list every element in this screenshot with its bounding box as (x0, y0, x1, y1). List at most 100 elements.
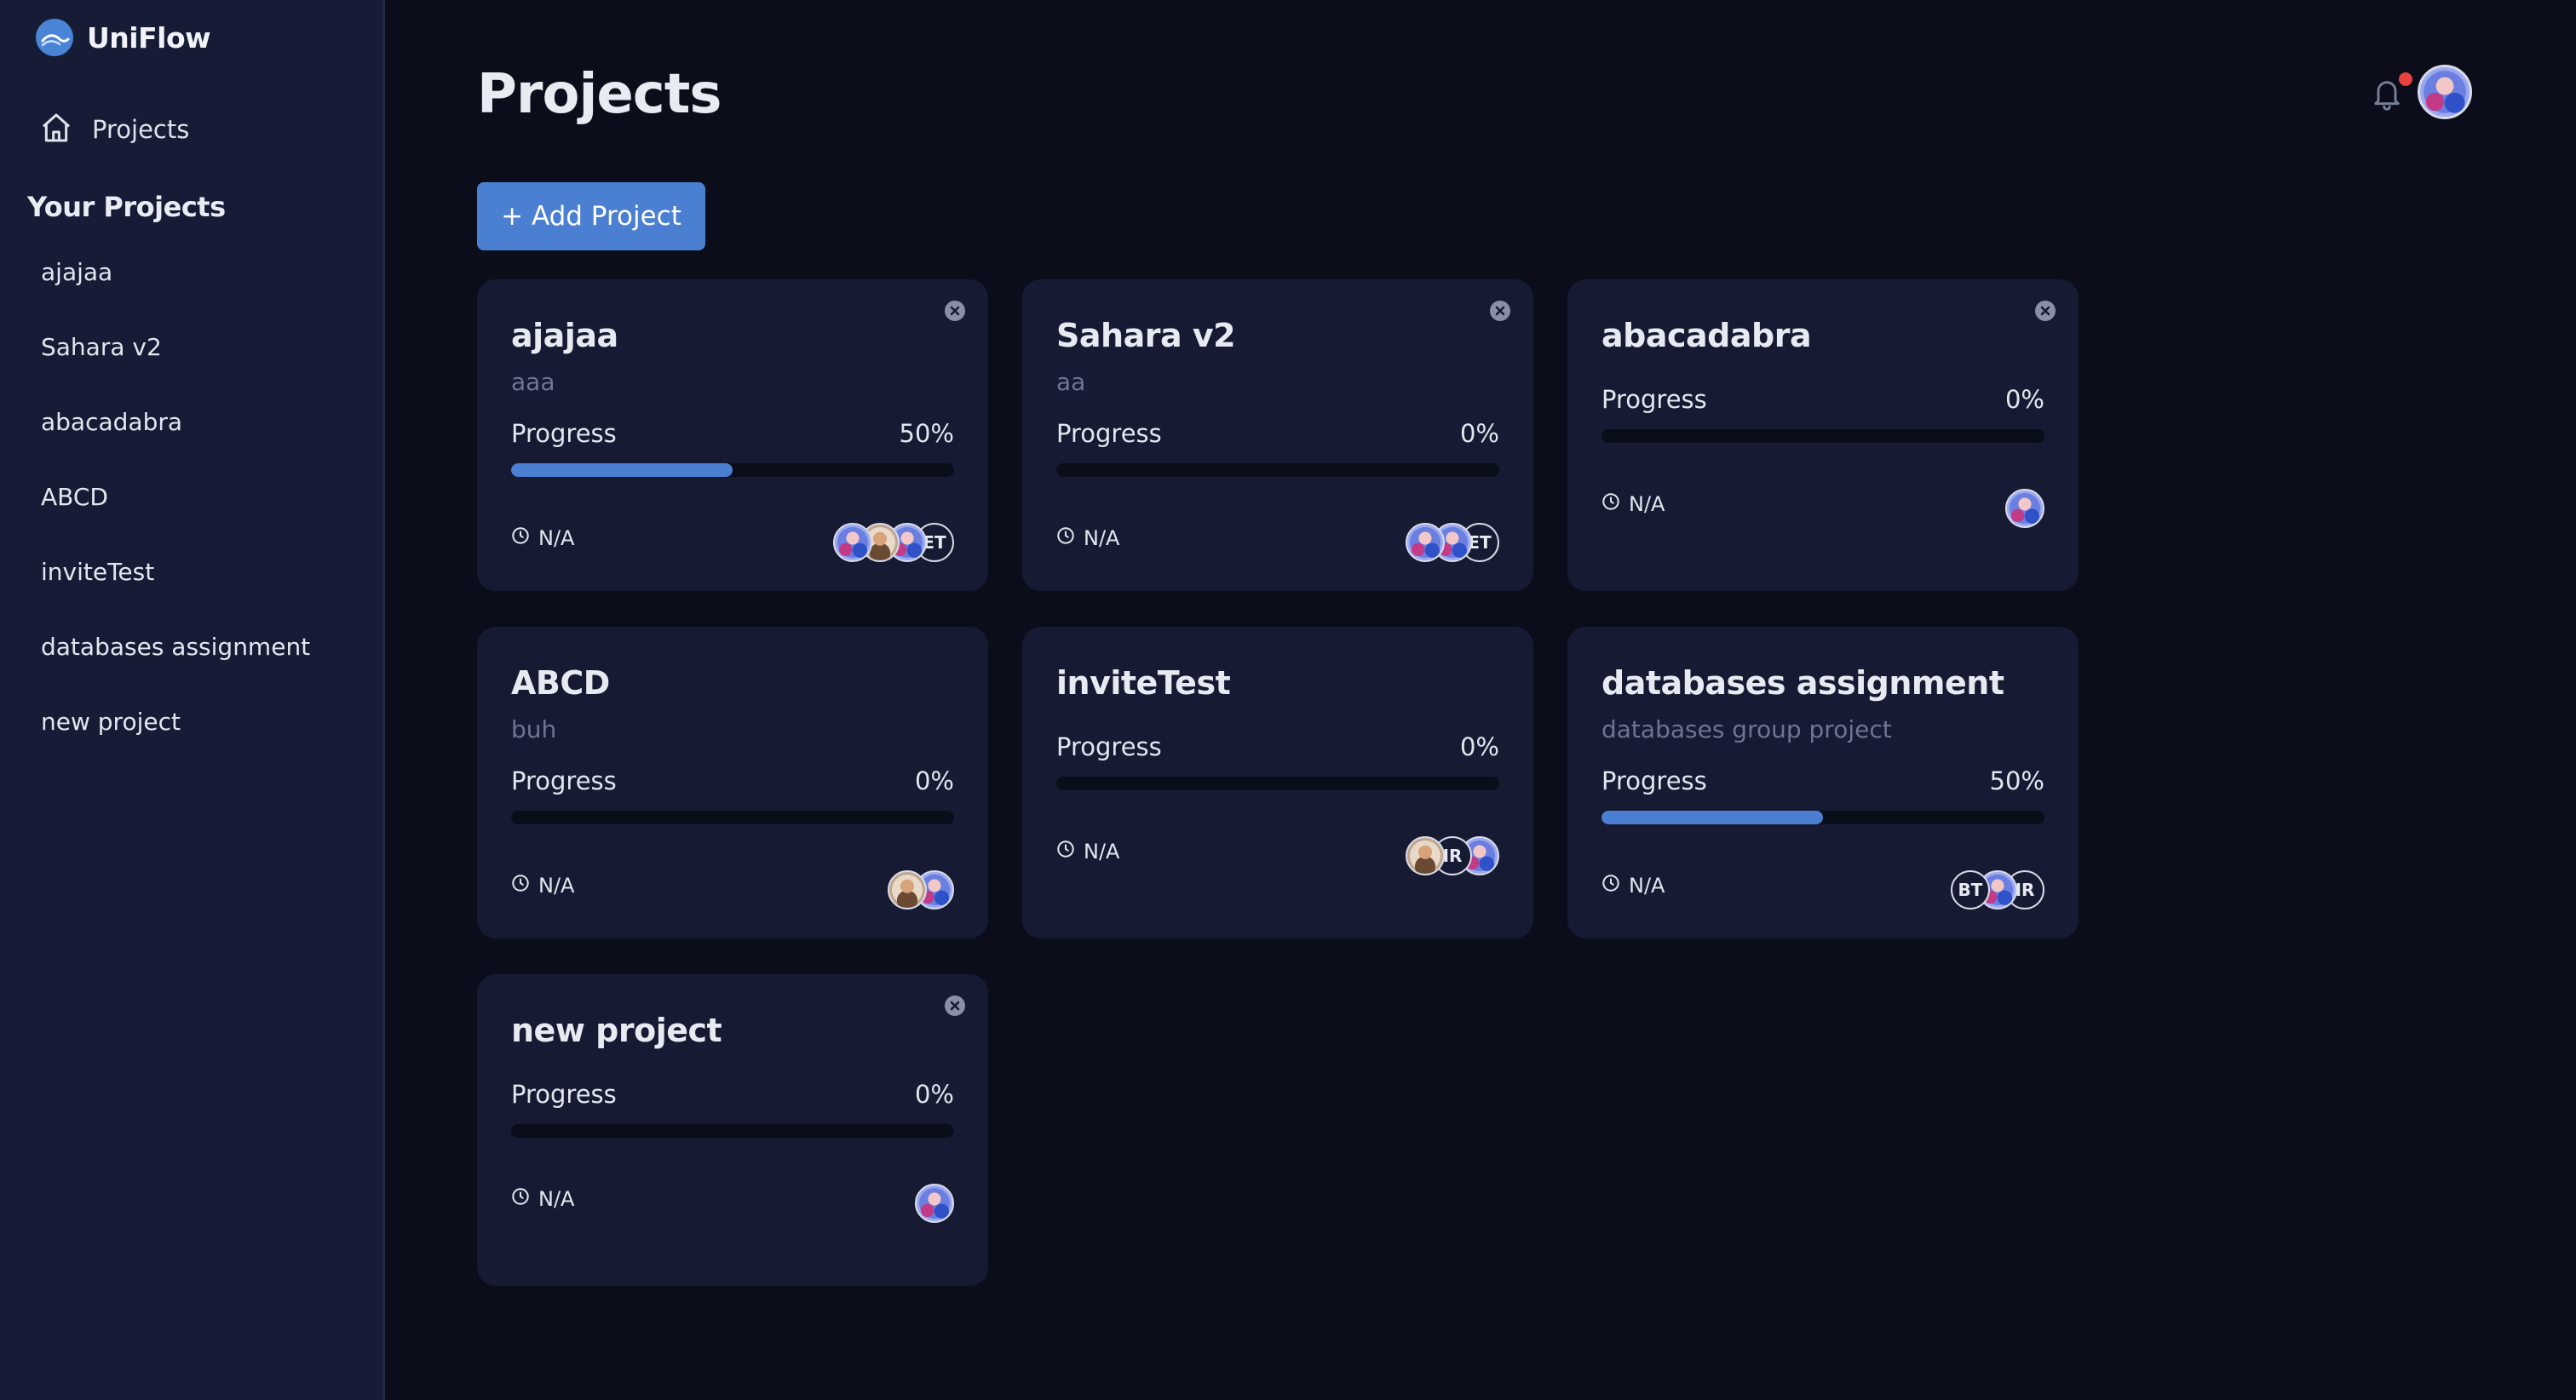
avatar[interactable]: BT (1951, 870, 1990, 909)
progress-value: 50% (1989, 766, 2044, 795)
sidebar-item-invitetest[interactable]: inviteTest (41, 555, 310, 630)
project-card[interactable]: databases assignment databases group proj… (1567, 627, 2079, 938)
project-title: ajajaa (511, 317, 618, 354)
your-projects-heading: Your Projects (27, 191, 226, 223)
due-date: N/A (1601, 492, 1665, 516)
progress-label: Progress (511, 419, 617, 448)
uniflow-logo-icon (36, 19, 73, 56)
due-date: N/A (1601, 874, 1665, 898)
project-title: abacadabra (1601, 317, 1812, 354)
nav-projects-label: Projects (92, 115, 190, 144)
clock-icon (511, 526, 530, 550)
progress-row: Progress 50% (1601, 766, 2044, 795)
member-avatars: IR (1406, 836, 1499, 875)
close-icon[interactable] (944, 995, 966, 1017)
sidebar-item-ajajaa[interactable]: ajajaa (41, 255, 310, 330)
progress-row: Progress 0% (1056, 419, 1499, 448)
project-card[interactable]: Sahara v2 aa Progress 0% N/A ET (1022, 279, 1533, 591)
sidebar-project-list: ajajaa Sahara v2 abacadabra ABCD inviteT… (41, 255, 310, 780)
progress-row: Progress 0% (511, 1080, 954, 1109)
home-icon (39, 111, 73, 148)
progress-fill (1601, 811, 1823, 824)
clock-icon (511, 874, 530, 898)
progress-bar (1601, 811, 2044, 824)
member-avatars (915, 1184, 954, 1223)
project-title: databases assignment (1601, 664, 2004, 702)
avatar[interactable] (888, 870, 927, 909)
progress-label: Progress (1601, 766, 1707, 795)
member-avatars (888, 870, 954, 909)
clock-icon (1056, 526, 1075, 550)
avatar[interactable] (1406, 836, 1445, 875)
clock-icon (1601, 492, 1620, 516)
sidebar-item-databases-assignment[interactable]: databases assignment (41, 630, 310, 705)
clock-icon (1601, 874, 1620, 898)
project-card[interactable]: abacadabra Progress 0% N/A (1567, 279, 2079, 591)
member-avatars: ET (1406, 523, 1499, 562)
avatar[interactable] (915, 1184, 954, 1223)
progress-label: Progress (511, 766, 617, 795)
sidebar-item-abcd[interactable]: ABCD (41, 480, 310, 555)
progress-value: 0% (1459, 732, 1499, 761)
project-card[interactable]: ABCD buh Progress 0% N/A (477, 627, 988, 938)
progress-value: 0% (914, 766, 954, 795)
project-card[interactable]: inviteTest Progress 0% N/A IR (1022, 627, 1533, 938)
due-text: N/A (1084, 840, 1120, 864)
notification-dot (2399, 72, 2412, 86)
progress-bar (511, 811, 954, 824)
avatar (2418, 65, 2472, 119)
project-card[interactable]: ajajaa aaa Progress 50% N/A ET (477, 279, 988, 591)
progress-bar (1056, 777, 1499, 790)
sidebar-item-new-project[interactable]: new project (41, 705, 310, 780)
progress-value: 0% (1459, 419, 1499, 448)
sidebar-item-abacadabra[interactable]: abacadabra (41, 405, 310, 480)
sidebar-item-sahara-v2[interactable]: Sahara v2 (41, 330, 310, 405)
project-description: databases group project (1601, 715, 1892, 743)
due-date: N/A (1056, 526, 1119, 550)
progress-row: Progress 0% (1056, 732, 1499, 761)
sidebar: UniFlow Projects Your Projects ajajaa Sa… (0, 0, 385, 1400)
avatar[interactable] (833, 523, 872, 562)
progress-row: Progress 0% (1601, 385, 2044, 414)
due-text: N/A (1629, 492, 1665, 516)
due-date: N/A (511, 874, 574, 898)
progress-value: 50% (899, 419, 954, 448)
due-text: N/A (538, 874, 575, 898)
close-icon[interactable] (944, 300, 966, 322)
progress-bar (1601, 429, 2044, 443)
brand[interactable]: UniFlow (36, 19, 211, 56)
close-icon[interactable] (2034, 300, 2056, 322)
progress-fill (511, 463, 733, 477)
progress-value: 0% (914, 1080, 954, 1109)
project-description: aa (1056, 368, 1086, 396)
due-text: N/A (1084, 526, 1120, 550)
clock-icon (1056, 840, 1075, 864)
member-avatars: IR BT (1951, 870, 2044, 909)
project-title: Sahara v2 (1056, 317, 1236, 354)
app-name: UniFlow (87, 20, 211, 55)
avatar[interactable] (2005, 489, 2044, 528)
due-date: N/A (511, 1187, 574, 1211)
clock-icon (511, 1187, 530, 1211)
member-avatars: ET (833, 523, 954, 562)
project-title: new project (511, 1012, 722, 1049)
progress-row: Progress 0% (511, 766, 954, 795)
due-text: N/A (538, 526, 575, 550)
progress-row: Progress 50% (511, 419, 954, 448)
progress-value: 0% (2004, 385, 2044, 414)
progress-label: Progress (1601, 385, 1707, 414)
close-icon[interactable] (1489, 300, 1511, 322)
user-avatar[interactable] (2418, 65, 2472, 119)
due-date: N/A (1056, 840, 1119, 864)
page-title: Projects (477, 63, 722, 126)
project-card[interactable]: new project Progress 0% N/A (477, 974, 988, 1286)
add-project-button[interactable]: + Add Project (477, 182, 705, 250)
member-avatars (2005, 489, 2044, 528)
progress-bar (511, 463, 954, 477)
progress-label: Progress (1056, 732, 1162, 761)
nav-projects[interactable]: Projects (39, 111, 189, 148)
progress-bar (1056, 463, 1499, 477)
due-date: N/A (511, 526, 574, 550)
avatar[interactable] (1406, 523, 1445, 562)
project-description: aaa (511, 368, 555, 396)
